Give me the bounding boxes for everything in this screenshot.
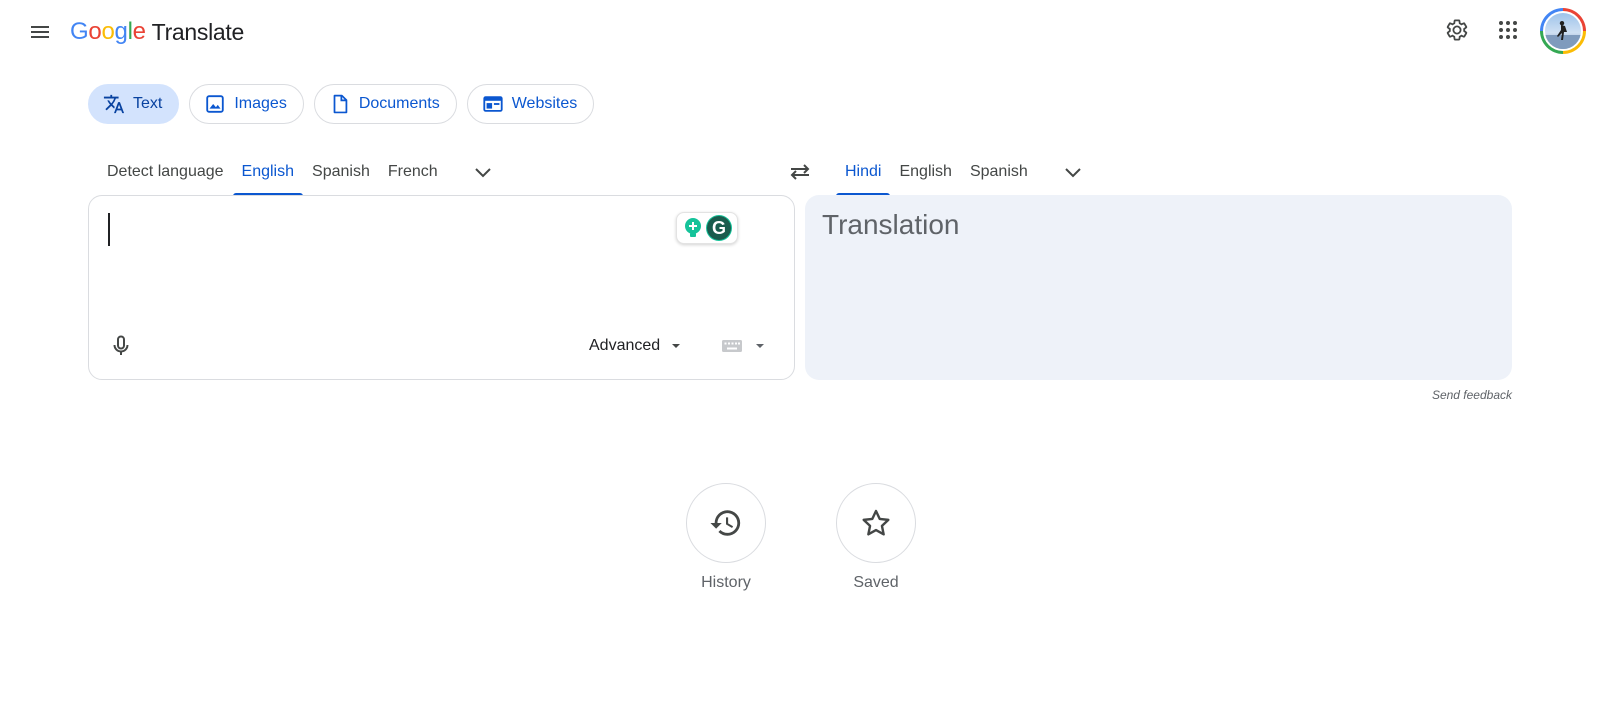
google-translate-logo[interactable]: Google Translate <box>70 16 244 48</box>
swap-arrows-icon <box>790 164 810 180</box>
apps-grid-icon <box>1499 21 1517 39</box>
voice-input-button[interactable] <box>101 326 141 366</box>
source-text-input[interactable] <box>107 210 647 250</box>
product-name: Translate <box>151 18 245 45</box>
saved-button[interactable] <box>836 483 916 563</box>
mode-tab-text[interactable]: Text <box>88 84 180 124</box>
translation-placeholder: Translation <box>822 209 960 240</box>
source-lang-french[interactable]: French <box>379 148 447 196</box>
logo-letter: o <box>88 18 102 45</box>
logo-letter: o <box>101 18 115 45</box>
translation-output-panel: Translation <box>805 195 1512 380</box>
star-icon <box>862 509 890 536</box>
website-icon <box>483 96 503 112</box>
target-lang-english[interactable]: English <box>890 148 960 196</box>
history-label: History <box>701 574 751 591</box>
microphone-icon <box>113 335 129 355</box>
saved-label: Saved <box>853 574 899 591</box>
logo-letter: e <box>132 18 146 45</box>
mode-tab-websites[interactable]: Websites <box>466 84 595 124</box>
source-lang-english[interactable]: English <box>232 148 304 196</box>
history-button[interactable] <box>686 483 766 563</box>
caret-down-icon <box>672 344 681 348</box>
source-text-panel: G Advanced <box>88 195 795 380</box>
text-caret <box>108 213 110 246</box>
account-avatar[interactable] <box>1540 8 1586 54</box>
chevron-down-icon <box>1065 168 1081 178</box>
grammarly-suggestion-icon <box>682 217 704 239</box>
settings-button[interactable] <box>1437 10 1477 50</box>
logo-letter: G <box>70 18 89 45</box>
more-target-languages-button[interactable] <box>1053 148 1093 196</box>
image-icon <box>206 95 225 113</box>
app-header: Google Translate <box>0 0 1600 64</box>
mode-tab-label: Images <box>234 95 287 112</box>
source-lang-detect[interactable]: Detect language <box>98 148 233 196</box>
source-language-bar: Detect language English Spanish French <box>98 148 503 196</box>
chevron-down-icon <box>474 168 491 178</box>
advanced-options-dropdown[interactable]: Advanced <box>589 334 684 358</box>
keyboard-icon <box>722 340 742 352</box>
settings-gear-icon <box>1446 19 1468 41</box>
history-icon <box>710 510 741 536</box>
target-lang-hindi[interactable]: Hindi <box>836 148 891 196</box>
avatar-photo <box>1543 11 1583 51</box>
mode-tab-label: Websites <box>511 95 578 112</box>
translate-icon <box>103 94 125 114</box>
source-lang-spanish[interactable]: Spanish <box>303 148 379 196</box>
mode-tab-documents[interactable]: Documents <box>313 84 457 124</box>
google-apps-button[interactable] <box>1488 10 1528 50</box>
grammarly-button[interactable]: G <box>676 212 738 244</box>
send-feedback-link[interactable]: Send feedback <box>1432 388 1512 402</box>
document-icon <box>333 94 348 114</box>
caret-down-icon <box>756 344 764 348</box>
history-action[interactable]: History <box>681 483 771 592</box>
input-tools-keyboard-button[interactable] <box>721 334 767 358</box>
grammarly-logo-icon: G <box>706 215 732 241</box>
translation-mode-tabs: Text Images Documents Websites <box>88 84 595 124</box>
main-menu-button[interactable] <box>20 12 60 52</box>
logo-letter: g <box>114 18 128 45</box>
more-source-languages-button[interactable] <box>463 148 503 196</box>
target-lang-spanish[interactable]: Spanish <box>961 148 1037 196</box>
advanced-label: Advanced <box>589 337 661 354</box>
saved-action[interactable]: Saved <box>831 483 921 592</box>
mode-tab-images[interactable]: Images <box>189 84 304 124</box>
target-language-bar: Hindi English Spanish <box>836 148 1093 196</box>
mode-tab-label: Documents <box>358 95 440 112</box>
swap-languages-button[interactable] <box>780 152 820 192</box>
menu-icon <box>31 26 49 38</box>
mode-tab-label: Text <box>133 95 163 112</box>
